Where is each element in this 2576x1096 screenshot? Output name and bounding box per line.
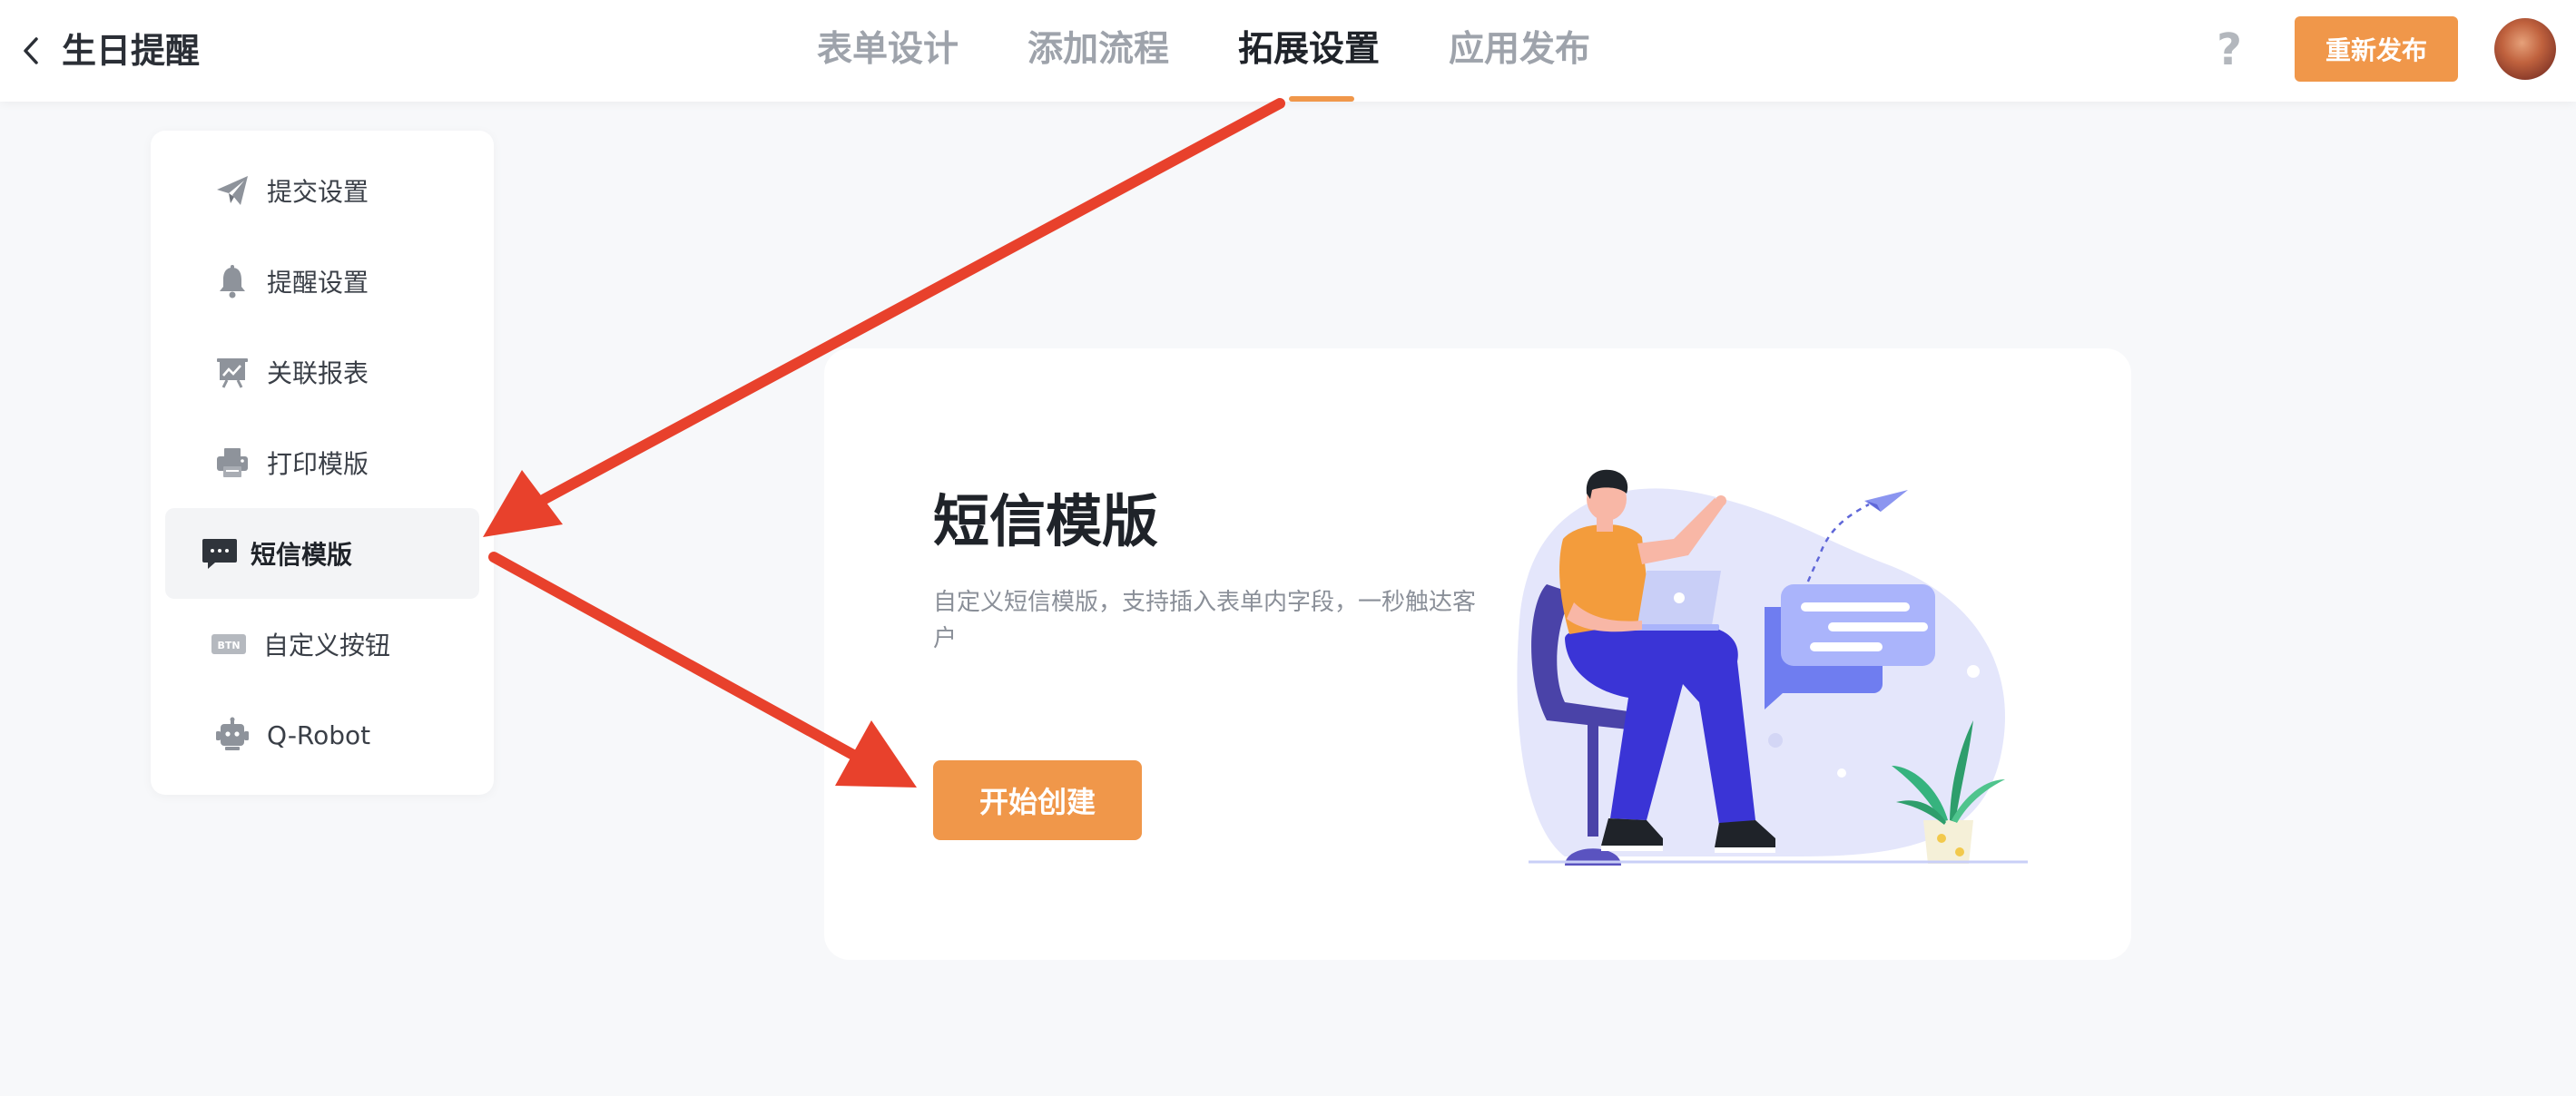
sidebar-item-reminder-settings[interactable]: 提醒设置 (165, 236, 479, 327)
page: 生日提醒 表单设计 添加流程 拓展设置 应用发布 ? 重新发布 提交设置 提醒设… (0, 0, 2576, 1096)
tab-label: 添加流程 (1027, 29, 1170, 70)
card-description: 自定义短信模版，支持插入表单内字段，一秒触达客户 (933, 589, 1477, 652)
sidebar-item-label: 自定义按钮 (263, 631, 391, 661)
active-tab-indicator (1289, 96, 1355, 102)
chevron-left-icon (24, 37, 38, 64)
printer-icon (212, 443, 252, 483)
back-button[interactable] (13, 29, 49, 73)
tab-extension-settings[interactable]: 拓展设置 (1238, 0, 1380, 102)
start-create-button[interactable]: 开始创建 (933, 760, 1142, 840)
btn-badge-text: BTN (217, 640, 240, 651)
arrow-to-create-button (488, 552, 859, 760)
republish-button[interactable]: 重新发布 (2295, 16, 2458, 82)
top-bar: 生日提醒 表单设计 添加流程 拓展设置 应用发布 ? 重新发布 (0, 0, 2576, 102)
tab-app-publish[interactable]: 应用发布 (1449, 0, 1590, 102)
person-with-laptop-illustration (1517, 469, 2028, 866)
card-title: 短信模版 (933, 488, 1159, 554)
tab-form-design[interactable]: 表单设计 (817, 0, 959, 102)
avatar[interactable] (2494, 18, 2556, 80)
tab-label: 应用发布 (1449, 29, 1591, 70)
btn-badge-icon: BTN (209, 624, 249, 664)
bell-icon (212, 261, 252, 301)
arrow-head (483, 470, 563, 537)
app-title: 生日提醒 (62, 31, 201, 71)
sidebar-item-sms-template[interactable]: 短信模版 (165, 508, 479, 599)
sidebar-item-label: 提交设置 (267, 177, 369, 207)
paper-plane-icon (212, 171, 252, 210)
tab-add-process[interactable]: 添加流程 (1027, 0, 1169, 102)
top-tabs: 表单设计 添加流程 拓展设置 应用发布 (817, 0, 1590, 102)
sidebar-item-label: 打印模版 (267, 449, 369, 479)
report-board-icon (212, 352, 252, 392)
sms-template-card: 短信模版 自定义短信模版，支持插入表单内字段，一秒触达客户 开始创建 (824, 348, 2131, 960)
sidebar-item-print-template[interactable]: 打印模版 (165, 417, 479, 508)
sidebar-item-label: 关联报表 (267, 358, 369, 388)
extension-sidebar: 提交设置 提醒设置 关联报表 打印模版 短信模版 BTN 自定义按钮 Q-Rob… (151, 131, 494, 795)
sidebar-item-label: 提醒设置 (267, 268, 369, 298)
sidebar-item-label: Q-Robot (267, 719, 371, 750)
sidebar-item-label: 短信模版 (251, 540, 353, 570)
tab-label: 表单设计 (817, 29, 959, 70)
message-bubble-icon (200, 533, 240, 573)
tab-label: 拓展设置 (1238, 29, 1381, 70)
sidebar-item-custom-button[interactable]: BTN 自定义按钮 (165, 599, 479, 690)
sidebar-item-q-robot[interactable]: Q-Robot (165, 690, 479, 780)
robot-icon (212, 715, 252, 755)
help-button[interactable]: ? (2207, 24, 2251, 76)
sidebar-item-related-reports[interactable]: 关联报表 (165, 327, 479, 417)
sidebar-item-submit-settings[interactable]: 提交设置 (165, 145, 479, 236)
